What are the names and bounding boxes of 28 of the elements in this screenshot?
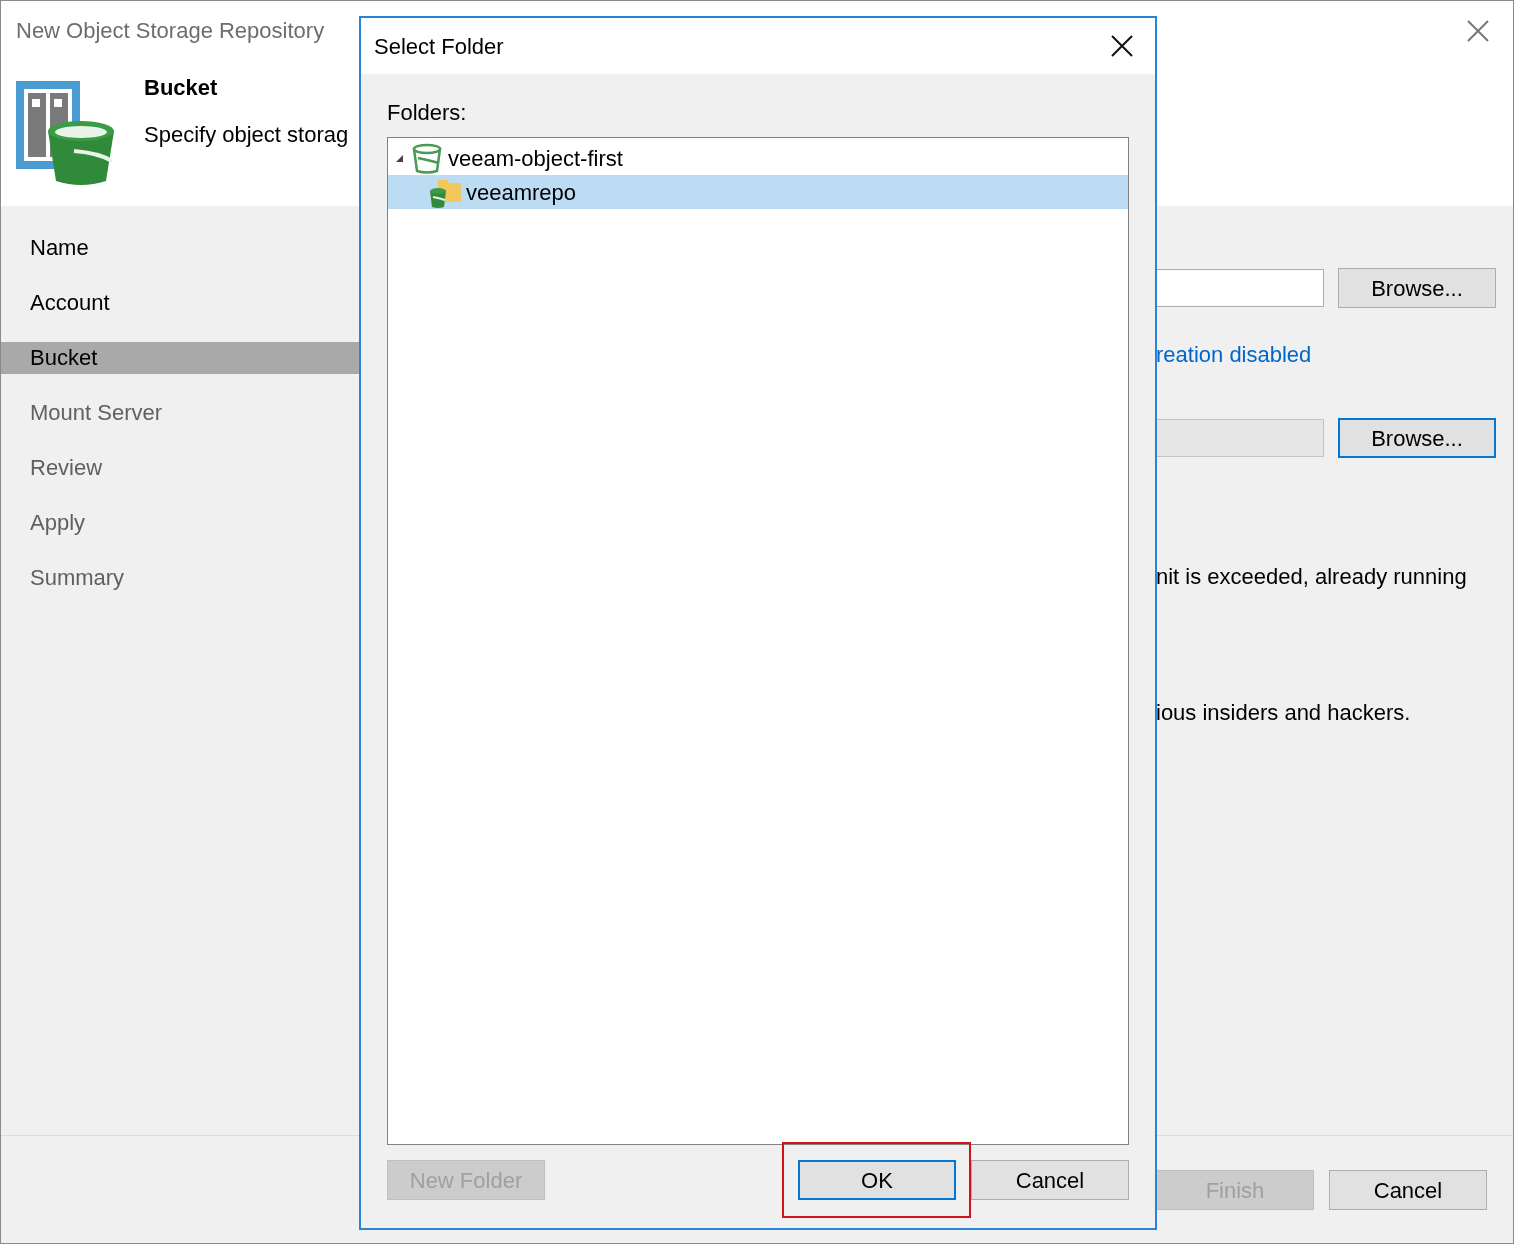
- page-subtitle: Specify object storag: [144, 121, 349, 149]
- wizard-step[interactable]: Mount Server: [1, 397, 359, 429]
- expand-arrow-icon[interactable]: [395, 154, 403, 162]
- wizard-step[interactable]: Bucket: [1, 342, 359, 374]
- wizard-step[interactable]: Name: [1, 232, 359, 264]
- dialog-button[interactable]: OK: [798, 1160, 956, 1200]
- window-title: New Object Storage Repository: [16, 16, 325, 45]
- tree-item[interactable]: veeam-object-first: [388, 141, 1128, 175]
- dialog-button[interactable]: Cancel: [971, 1160, 1129, 1200]
- tree-item-label: veeam-object-first: [448, 144, 623, 173]
- browse-button[interactable]: Browse...: [1338, 268, 1496, 308]
- description-text: nit is exceeded, already running: [1156, 563, 1467, 591]
- wizard-step[interactable]: Apply: [1, 507, 359, 539]
- folders-label: Folders:: [387, 100, 467, 125]
- wizard-step[interactable]: Account: [1, 287, 359, 319]
- wizard-step[interactable]: Summary: [1, 562, 359, 594]
- dialog-title: Select Folder: [374, 32, 504, 61]
- wizard-button[interactable]: Cancel: [1329, 1170, 1487, 1210]
- path-field[interactable]: [1156, 269, 1324, 307]
- description-text: ious insiders and hackers.: [1156, 699, 1411, 727]
- close-icon[interactable]: [1111, 35, 1133, 57]
- tree-item-label: veeamrepo: [466, 178, 577, 207]
- link[interactable]: reation disabled: [1156, 340, 1312, 370]
- page-heading: Bucket: [144, 74, 219, 102]
- wizard-step[interactable]: Review: [1, 452, 359, 484]
- bucket-icon: [410, 142, 444, 174]
- tree-item[interactable]: veeamrepo: [388, 175, 1128, 209]
- server-bucket-icon: [14, 79, 116, 187]
